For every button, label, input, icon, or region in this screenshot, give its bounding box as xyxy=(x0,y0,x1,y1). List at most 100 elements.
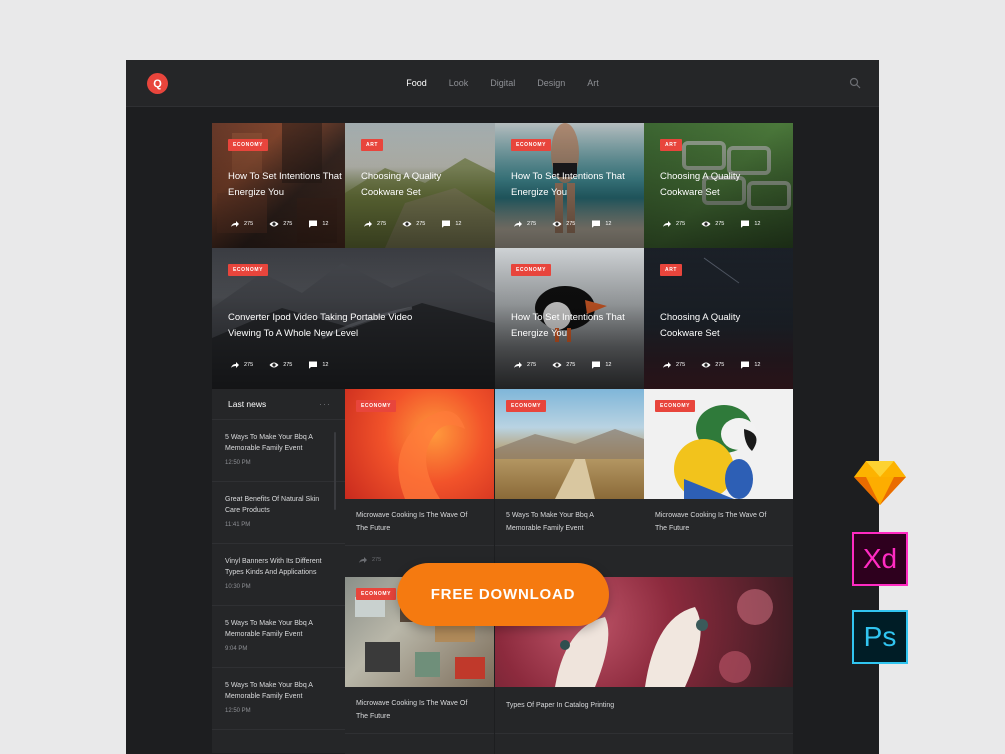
scrollbar[interactable] xyxy=(334,432,336,510)
nav-item-food[interactable]: Food xyxy=(406,78,427,88)
share-icon[interactable] xyxy=(230,361,240,369)
category-badge[interactable]: ECONOMY xyxy=(356,400,397,412)
card-divider xyxy=(495,733,793,734)
eye-icon xyxy=(701,362,711,368)
sketch-icon xyxy=(854,461,906,505)
card-title[interactable]: Microwave Cooking Is The Wave Of The Fut… xyxy=(655,509,775,535)
news-item[interactable]: Great Benefits Of Natural Skin Care Prod… xyxy=(212,482,345,544)
share-icon[interactable] xyxy=(230,220,240,228)
featured-tile[interactable]: ECONOMY Converter Ipod Video Taking Port… xyxy=(212,248,495,389)
share-count: 275 xyxy=(244,221,254,227)
comment-count: 12 xyxy=(754,362,761,368)
top-navigation-bar: Q Food Look Digital Design Art xyxy=(126,60,879,107)
eye-icon xyxy=(701,221,711,227)
article-card[interactable]: ECONOMY 5 Ways To Make Your Bbq A Memora… xyxy=(495,389,644,577)
view-count: 275 xyxy=(283,221,293,227)
tile-stats: 275 275 12 xyxy=(513,361,612,369)
comment-icon[interactable] xyxy=(441,220,451,228)
news-title[interactable]: Vinyl Banners With Its Different Types K… xyxy=(225,544,329,578)
category-badge[interactable]: ECONOMY xyxy=(511,264,552,276)
share-count: 275 xyxy=(676,362,686,368)
comment-icon[interactable] xyxy=(591,361,601,369)
card-divider xyxy=(345,733,494,734)
category-badge[interactable]: ART xyxy=(660,139,683,151)
share-count: 275 xyxy=(676,221,686,227)
eye-icon xyxy=(269,221,279,227)
news-title[interactable]: 5 Ways To Make Your Bbq A Memorable Fami… xyxy=(225,668,329,702)
ps-label: Ps xyxy=(863,621,897,652)
share-icon[interactable] xyxy=(662,361,672,369)
featured-tile[interactable]: ART Choosing A Quality Cookware Set 275 … xyxy=(345,123,495,248)
tile-title[interactable]: How To Set Intentions That Energize You xyxy=(511,310,631,341)
view-count: 275 xyxy=(566,221,576,227)
news-title[interactable]: Great Benefits Of Natural Skin Care Prod… xyxy=(225,482,329,516)
comment-count: 12 xyxy=(605,221,612,227)
free-download-button[interactable]: FREE DOWNLOAD xyxy=(397,563,609,626)
tile-stats: 275 275 12 xyxy=(513,220,612,228)
featured-tile[interactable]: ART Choosing A Quality Cookware Set 275 … xyxy=(644,123,793,248)
category-badge[interactable]: ART xyxy=(361,139,384,151)
nav-item-art[interactable]: Art xyxy=(587,78,599,88)
card-stats: 275 xyxy=(358,556,381,564)
news-item[interactable]: Vinyl Banners With Its Different Types K… xyxy=(212,544,345,606)
nav-item-look[interactable]: Look xyxy=(449,78,469,88)
card-title[interactable]: Microwave Cooking Is The Wave Of The Fut… xyxy=(356,509,476,535)
share-icon[interactable] xyxy=(358,556,368,564)
eye-icon xyxy=(552,362,562,368)
card-title[interactable]: Types Of Paper In Catalog Printing xyxy=(506,699,706,712)
share-count: 275 xyxy=(527,362,537,368)
featured-tile[interactable]: ECONOMY How To Set Intentions That Energ… xyxy=(495,123,644,248)
news-item[interactable]: 5 Ways To Make Your Bbq A Memorable Fami… xyxy=(212,606,345,668)
category-badge[interactable]: ECONOMY xyxy=(356,588,397,600)
view-count: 275 xyxy=(715,221,725,227)
featured-tile[interactable]: ECONOMY How To Set Intentions That Energ… xyxy=(212,123,345,248)
share-icon[interactable] xyxy=(662,220,672,228)
comment-icon[interactable] xyxy=(591,220,601,228)
category-badge[interactable]: ART xyxy=(660,264,683,276)
category-badge[interactable]: ECONOMY xyxy=(655,400,696,412)
comment-icon[interactable] xyxy=(308,361,318,369)
tile-stats: 275 275 12 xyxy=(662,220,761,228)
featured-tile[interactable]: ART Choosing A Quality Cookware Set 275 … xyxy=(644,248,793,389)
tile-title[interactable]: Choosing A Quality Cookware Set xyxy=(361,169,481,200)
news-time: 10:30 PM xyxy=(225,584,251,590)
news-time: 9:04 PM xyxy=(225,646,248,652)
card-divider xyxy=(345,545,494,546)
news-title[interactable]: 5 Ways To Make Your Bbq A Memorable Fami… xyxy=(225,420,329,454)
comment-icon[interactable] xyxy=(740,220,750,228)
card-title[interactable]: Microwave Cooking Is The Wave Of The Fut… xyxy=(356,697,476,723)
news-title[interactable]: 5 Ways To Make Your Bbq A Memorable Fami… xyxy=(225,606,329,640)
tile-title[interactable]: Choosing A Quality Cookware Set xyxy=(660,169,780,200)
nav-item-digital[interactable]: Digital xyxy=(490,78,515,88)
view-count: 275 xyxy=(566,362,576,368)
tile-title[interactable]: How To Set Intentions That Energize You xyxy=(511,169,631,200)
share-icon[interactable] xyxy=(513,220,523,228)
comment-count: 12 xyxy=(754,221,761,227)
tile-title[interactable]: Converter Ipod Video Taking Portable Vid… xyxy=(228,310,428,341)
category-badge[interactable]: ECONOMY xyxy=(228,139,269,151)
tile-title[interactable]: Choosing A Quality Cookware Set xyxy=(660,310,780,341)
news-item[interactable]: 5 Ways To Make Your Bbq A Memorable Fami… xyxy=(212,420,345,482)
more-icon[interactable]: ··· xyxy=(319,399,331,409)
category-badge[interactable]: ECONOMY xyxy=(228,264,269,276)
card-title[interactable]: 5 Ways To Make Your Bbq A Memorable Fami… xyxy=(506,509,626,535)
tile-stats: 275 275 12 xyxy=(662,361,761,369)
comment-icon[interactable] xyxy=(308,220,318,228)
eye-icon xyxy=(402,221,412,227)
category-badge[interactable]: ECONOMY xyxy=(511,139,552,151)
search-icon[interactable] xyxy=(849,77,861,89)
xd-icon: Xd xyxy=(852,532,908,586)
nav-item-design[interactable]: Design xyxy=(537,78,565,88)
article-card[interactable]: ECONOMY Microwave Cooking Is The Wave Of… xyxy=(644,389,793,577)
share-icon[interactable] xyxy=(363,220,373,228)
news-item[interactable]: 5 Ways To Make Your Bbq A Memorable Fami… xyxy=(212,668,345,730)
news-time: 12:50 PM xyxy=(225,460,251,466)
article-card[interactable]: ECONOMY Microwave Cooking Is The Wave Of… xyxy=(345,389,494,577)
featured-tile[interactable]: ECONOMY How To Set Intentions That Energ… xyxy=(495,248,644,389)
tile-title[interactable]: How To Set Intentions That Energize You xyxy=(228,169,345,200)
share-icon[interactable] xyxy=(513,361,523,369)
main-nav: Food Look Digital Design Art xyxy=(126,60,879,106)
comment-icon[interactable] xyxy=(740,361,750,369)
last-news-title: Last news xyxy=(228,399,267,409)
category-badge[interactable]: ECONOMY xyxy=(506,400,547,412)
